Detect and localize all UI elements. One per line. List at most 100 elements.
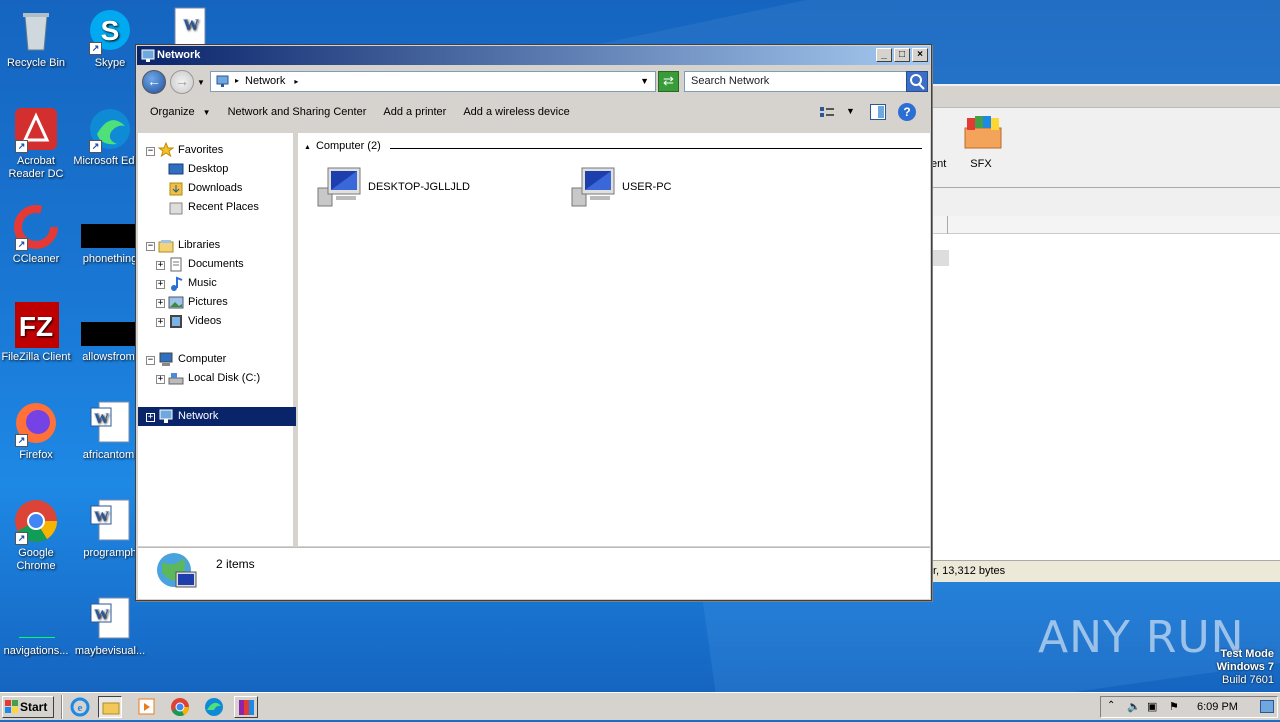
expand-icon[interactable]: +	[156, 318, 165, 327]
expand-icon[interactable]: +	[156, 375, 165, 384]
minimize-button[interactable]: _	[876, 48, 892, 62]
svg-text:W: W	[94, 509, 109, 525]
windows-logo-icon	[5, 700, 18, 713]
chrome-taskbar-icon[interactable]	[168, 696, 192, 718]
navigations-shortcut[interactable]: navigations...	[0, 596, 74, 658]
nav-desktop[interactable]: Desktop	[188, 160, 228, 178]
explorer-window[interactable]: Network _ □ × ← → ▼ ▸ Network ▸ ▼ ⇄ Sear…	[135, 44, 932, 601]
nav-computer[interactable]: Computer	[178, 350, 226, 368]
window-title: Network	[157, 49, 201, 61]
network-icon	[216, 75, 229, 87]
edge-icon: ↗	[87, 106, 133, 153]
add-wireless-button[interactable]: Add a wireless device	[463, 106, 569, 118]
help-icon[interactable]: ?	[898, 103, 916, 121]
file-list[interactable]: ▲ Computer (2) DESKTOP-JGLLJLD USER-PC	[298, 133, 930, 546]
maximize-button[interactable]: □	[894, 48, 910, 62]
address-text: Network	[245, 75, 286, 87]
nav-pictures[interactable]: Pictures	[188, 293, 228, 311]
collapse-icon[interactable]: −	[146, 242, 155, 251]
expand-icon[interactable]: +	[146, 413, 155, 422]
background-window[interactable]: ent SFX r, 13,312 bytes	[930, 84, 1280, 582]
ccleaner-shortcut[interactable]: ↗ CCleaner	[0, 204, 74, 266]
navigation-pane[interactable]: − Favorites Desktop Downloads Recent Pla…	[138, 133, 296, 546]
breadcrumb-chevron-icon[interactable]: ▸	[235, 76, 239, 85]
organize-menu[interactable]: Organize ▼	[150, 106, 211, 118]
speaker-icon[interactable]: 🔈	[1127, 700, 1141, 713]
test-mode-watermark: Test Mode Windows 7 Build 7601	[1216, 648, 1274, 686]
computer-item[interactable]: DESKTOP-JGLLJLD	[314, 167, 470, 207]
nav-favorites[interactable]: Favorites	[178, 141, 223, 159]
show-hidden-icons-icon[interactable]: ⌃	[1107, 700, 1115, 711]
breadcrumb-dropdown-icon[interactable]: ▸	[294, 77, 298, 86]
nav-music[interactable]: Music	[188, 274, 217, 292]
nav-documents[interactable]: Documents	[188, 255, 244, 273]
bg-status-text: r, 13,312 bytes	[931, 560, 1280, 582]
ccleaner-icon: ↗	[13, 204, 59, 251]
maybevisual-shortcut[interactable]: W maybevisual...	[72, 596, 148, 658]
address-bar[interactable]: ▸ Network ▸ ▼	[210, 71, 656, 92]
address-dropdown-icon[interactable]: ▼	[640, 76, 649, 86]
explorer-taskbar-icon[interactable]	[98, 696, 122, 718]
clock[interactable]: 6:09 PM	[1197, 701, 1238, 713]
search-input[interactable]: Search Network	[684, 71, 928, 92]
word-doc-icon: W	[87, 596, 133, 642]
nav-downloads[interactable]: Downloads	[188, 179, 242, 197]
preview-pane-icon[interactable]	[870, 104, 886, 120]
network-icon	[159, 409, 173, 423]
close-button[interactable]: ×	[912, 48, 928, 62]
recent-pages-chevron-icon[interactable]: ▼	[197, 78, 205, 87]
search-icon[interactable]	[906, 71, 928, 92]
forward-button[interactable]: →	[170, 70, 194, 94]
nav-libraries[interactable]: Libraries	[178, 236, 220, 254]
recycle-bin-shortcut[interactable]: Recycle Bin	[0, 8, 74, 70]
sfx-icon[interactable]	[963, 112, 1003, 152]
svg-text:e: e	[78, 702, 83, 714]
chrome-shortcut[interactable]: ↗ Google Chrome	[0, 498, 74, 573]
favorites-star-icon	[158, 142, 174, 157]
computer-name: USER-PC	[622, 181, 672, 193]
winrar-taskbar-icon[interactable]	[234, 696, 258, 718]
nav-recent-places[interactable]: Recent Places	[188, 198, 259, 216]
address-row: ← → ▼ ▸ Network ▸ ▼ ⇄ Search Network	[136, 66, 931, 96]
taskbar: Start e ⌃ 🔈 ▣ ⚑ 6:09 PM	[0, 692, 1280, 720]
expand-icon[interactable]: +	[156, 299, 165, 308]
black-file-icon	[81, 302, 139, 348]
add-printer-button[interactable]: Add a printer	[383, 106, 446, 118]
desktop-icon	[168, 163, 184, 175]
collapse-icon[interactable]: −	[146, 356, 155, 365]
expand-icon[interactable]: +	[156, 280, 165, 289]
videos-icon	[170, 315, 182, 328]
media-player-taskbar-icon[interactable]	[134, 696, 158, 718]
nav-network[interactable]: Network	[178, 407, 218, 425]
computer-icon	[317, 167, 361, 207]
network-sharing-button[interactable]: Network and Sharing Center	[228, 106, 367, 118]
firefox-shortcut[interactable]: ↗ Firefox	[0, 400, 74, 462]
group-header[interactable]: ▲ Computer (2)	[304, 140, 922, 156]
expand-icon[interactable]: +	[156, 261, 165, 270]
collapse-icon[interactable]: −	[146, 147, 155, 156]
firefox-icon: ↗	[13, 400, 59, 447]
word-doc-icon: W	[87, 400, 133, 446]
filezilla-shortcut[interactable]: FZ FileZilla Client	[0, 302, 74, 364]
nav-local-disk[interactable]: Local Disk (C:)	[188, 369, 260, 387]
back-button[interactable]: ←	[142, 70, 166, 94]
computer-item[interactable]: USER-PC	[568, 167, 672, 207]
show-desktop-icon[interactable]	[1260, 700, 1274, 713]
pictures-icon	[168, 296, 184, 309]
network-tray-icon[interactable]: ▣	[1147, 700, 1157, 713]
view-dropdown-icon[interactable]: ▼	[846, 106, 855, 116]
view-options-icon[interactable]	[819, 105, 835, 119]
ie-taskbar-icon[interactable]: e	[68, 696, 92, 718]
acrobat-shortcut[interactable]: ↗ Acrobat Reader DC	[0, 106, 74, 181]
edge-taskbar-icon[interactable]	[202, 696, 226, 718]
system-tray: ⌃ 🔈 ▣ ⚑ 6:09 PM	[1100, 696, 1278, 718]
file-icon	[13, 596, 59, 642]
action-center-flag-icon[interactable]: ⚑	[1169, 700, 1179, 713]
collapse-group-icon: ▲	[304, 144, 311, 151]
start-button[interactable]: Start	[2, 696, 54, 718]
word-doc-icon: W	[87, 498, 133, 544]
refresh-icon[interactable]: ⇄	[658, 71, 679, 92]
acrobat-icon: ↗	[13, 106, 59, 153]
title-bar[interactable]: Network _ □ ×	[137, 46, 930, 65]
nav-videos[interactable]: Videos	[188, 312, 221, 330]
